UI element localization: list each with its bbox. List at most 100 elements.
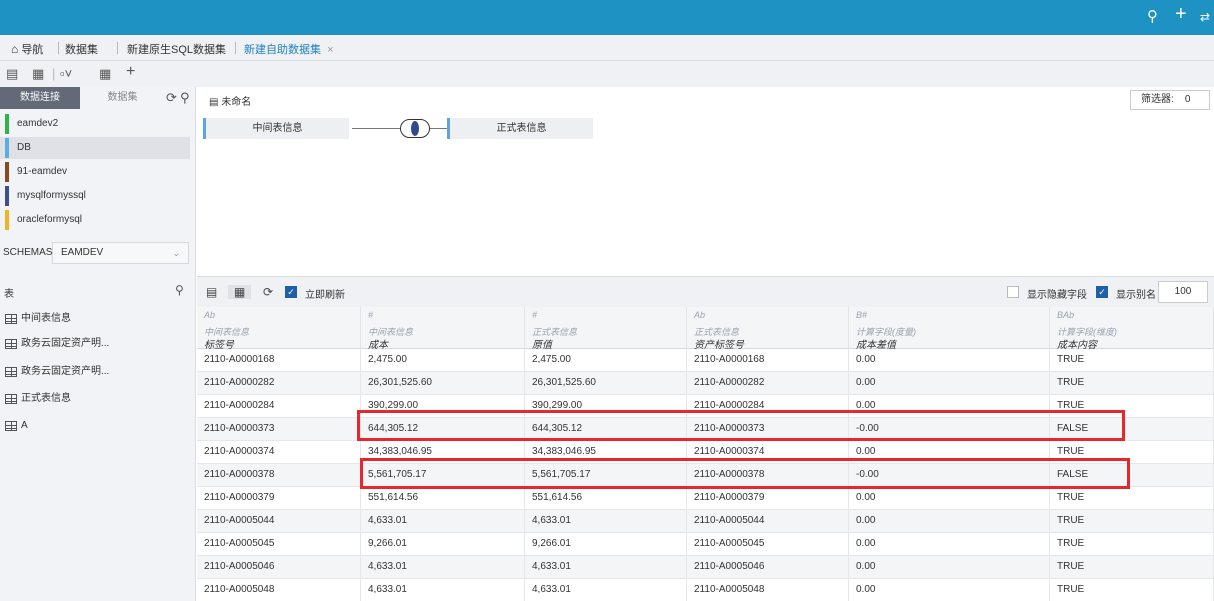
table-item-label: 正式表信息 bbox=[21, 393, 71, 404]
show-alias-checkbox[interactable]: ✓ bbox=[1096, 286, 1108, 298]
table-item-label: 政务云固定资产明... bbox=[21, 338, 110, 349]
table-cell: 0.00 bbox=[849, 556, 1050, 579]
table-cell: TRUE bbox=[1050, 510, 1214, 533]
table-cell: 4,633.01 bbox=[361, 510, 525, 533]
table-item[interactable]: A bbox=[0, 414, 196, 438]
save-icon[interactable]: ▤ bbox=[6, 66, 18, 82]
table-cell: 2110-A0000282 bbox=[687, 372, 849, 395]
tab-label: 新建自助数据集 bbox=[244, 44, 321, 56]
connection-item[interactable]: oracleformysql bbox=[0, 209, 190, 231]
field-type-icon: Ab bbox=[694, 310, 706, 320]
connection-color-bar bbox=[5, 114, 9, 134]
tab-separator bbox=[117, 42, 118, 54]
refresh-checkbox[interactable]: ✓ bbox=[285, 286, 297, 298]
table-icon[interactable]: ▦ bbox=[99, 66, 111, 82]
search-icon[interactable]: ⚲ bbox=[180, 90, 190, 106]
table-cell: 4,633.01 bbox=[361, 579, 525, 601]
table-item[interactable]: 政务云固定资产明... bbox=[0, 360, 196, 384]
filter-label: 筛选器: bbox=[1141, 94, 1174, 105]
tab-home[interactable]: ⌂ 导航 bbox=[11, 41, 43, 57]
connection-color-bar bbox=[5, 138, 9, 158]
tab-data-connection[interactable]: 数据连接 bbox=[0, 87, 80, 109]
grid-header: Ab 中间表信息 标签号 # 中间表信息 成本 # 正式表信息 原值 Ab 正式表信息 资产标签号 B#… bbox=[197, 307, 1214, 351]
column-header[interactable]: B# 计算字段(度量) 成本差值 bbox=[849, 307, 1050, 351]
column-header[interactable]: Ab 中间表信息 标签号 bbox=[197, 307, 361, 351]
chevron-down-icon: ⌄ bbox=[172, 248, 180, 258]
left-table-node[interactable]: 中间表信息 bbox=[203, 118, 349, 139]
search-icon[interactable]: ⚲ bbox=[175, 283, 184, 297]
table-cell: 2110-A0000168 bbox=[197, 349, 361, 372]
schemas-row: SCHEMAS EAMDEV ⌄ bbox=[0, 239, 196, 267]
table-icon bbox=[5, 314, 17, 324]
connection-color-bar bbox=[5, 162, 9, 182]
column-header[interactable]: # 正式表信息 原值 bbox=[525, 307, 687, 351]
show-alias-label: 显示别名 bbox=[1116, 290, 1156, 301]
tab-label: 导航 bbox=[21, 44, 44, 56]
tab-new-self-service-dataset[interactable]: 新建自助数据集 × bbox=[244, 41, 334, 57]
refresh-icon[interactable]: ⟳ bbox=[263, 285, 273, 299]
close-icon[interactable]: × bbox=[327, 44, 333, 56]
connection-item[interactable]: mysqlformyssql bbox=[0, 185, 190, 207]
table-cell: 551,614.56 bbox=[525, 487, 687, 510]
table-item[interactable]: 政务云固定资产明... bbox=[0, 332, 196, 356]
table-cell: 0.00 bbox=[849, 533, 1050, 556]
schema-select[interactable]: EAMDEV ⌄ bbox=[52, 242, 189, 264]
schema-value: EAMDEV bbox=[61, 247, 104, 258]
data-grid: Ab 中间表信息 标签号 # 中间表信息 成本 # 正式表信息 原值 Ab 正式表信息 资产标签号 B#… bbox=[197, 307, 1214, 601]
show-hidden-checkbox[interactable] bbox=[1007, 286, 1019, 298]
refresh-icon[interactable]: ⟳ bbox=[166, 90, 177, 106]
plus-icon[interactable]: + bbox=[1175, 4, 1187, 24]
table-cell: 2110-A0000379 bbox=[197, 487, 361, 510]
table-icon bbox=[5, 394, 17, 404]
table-cell: 2110-A0000378 bbox=[197, 464, 361, 487]
table-item-label: 中间表信息 bbox=[21, 313, 71, 324]
field-type-icon: BAb bbox=[1057, 310, 1075, 320]
schemas-label: SCHEMAS bbox=[3, 247, 53, 258]
highlight-box bbox=[357, 410, 1125, 441]
right-table-node[interactable]: 正式表信息 bbox=[447, 118, 593, 139]
table-cell: 9,266.01 bbox=[525, 533, 687, 556]
filter-count: 0 bbox=[1184, 94, 1191, 105]
join-line bbox=[430, 128, 447, 129]
table-cell: 2110-A0005045 bbox=[197, 533, 361, 556]
table-item-label: A bbox=[21, 420, 28, 431]
row-count-input[interactable]: 100 bbox=[1158, 281, 1208, 303]
refresh-label: 立即刷新 bbox=[305, 290, 345, 301]
tab-dataset-list[interactable]: 数据集 bbox=[80, 87, 165, 109]
switch-icon[interactable]: ⇄ bbox=[1200, 8, 1210, 26]
connection-item[interactable]: DB bbox=[0, 137, 190, 159]
table-cell: TRUE bbox=[1050, 487, 1214, 510]
dataset-name[interactable]: ▤ 未命名 bbox=[209, 93, 251, 108]
preview-icon[interactable]: ▦ bbox=[228, 285, 252, 299]
export-icon[interactable]: ▤ bbox=[206, 285, 217, 299]
connection-item[interactable]: 91-eamdev bbox=[0, 161, 190, 183]
preview-icon[interactable]: ▫˅ bbox=[60, 66, 72, 82]
connection-item[interactable]: eamdev2 bbox=[0, 113, 190, 135]
tab-new-sql-dataset[interactable]: 新建原生SQL数据集 bbox=[127, 41, 226, 57]
tab-bar: ⌂ 导航 数据集 新建原生SQL数据集 新建自助数据集 × bbox=[0, 35, 1214, 61]
table-cell: 551,614.56 bbox=[361, 487, 525, 510]
table-item[interactable]: 正式表信息 bbox=[0, 387, 196, 411]
table-cell: TRUE bbox=[1050, 372, 1214, 395]
save-as-icon[interactable]: ▦ bbox=[32, 66, 44, 82]
highlight-box bbox=[360, 458, 1130, 489]
inner-join-icon[interactable] bbox=[400, 119, 430, 138]
filter-box[interactable]: 筛选器: 0 bbox=[1130, 90, 1210, 110]
column-header[interactable]: Ab 正式表信息 资产标签号 bbox=[687, 307, 849, 351]
table-icon bbox=[5, 367, 17, 377]
table-cell: 4,633.01 bbox=[525, 510, 687, 533]
field-type-icon: Ab bbox=[204, 310, 216, 320]
table-cell: 2110-A0000373 bbox=[197, 418, 361, 441]
table-row: 2110-A0005045 9,266.01 9,266.01 2110-A00050… bbox=[197, 533, 1214, 556]
table-row: 2110-A0005044 4,633.01 4,633.01 2110-A00050… bbox=[197, 510, 1214, 533]
column-header[interactable]: # 中间表信息 成本 bbox=[361, 307, 525, 351]
tab-dataset[interactable]: 数据集 bbox=[65, 41, 98, 57]
connection-name: eamdev2 bbox=[17, 118, 59, 129]
table-item[interactable]: 中间表信息 bbox=[0, 307, 196, 331]
table-cell: TRUE bbox=[1050, 579, 1214, 601]
table-cell: TRUE bbox=[1050, 349, 1214, 372]
column-header[interactable]: BAb 计算字段(维度) 成本内容 bbox=[1050, 307, 1214, 351]
table-cell: 0.00 bbox=[849, 349, 1050, 372]
search-icon[interactable]: ⚲ bbox=[1147, 8, 1158, 26]
add-icon[interactable]: + bbox=[126, 64, 135, 80]
